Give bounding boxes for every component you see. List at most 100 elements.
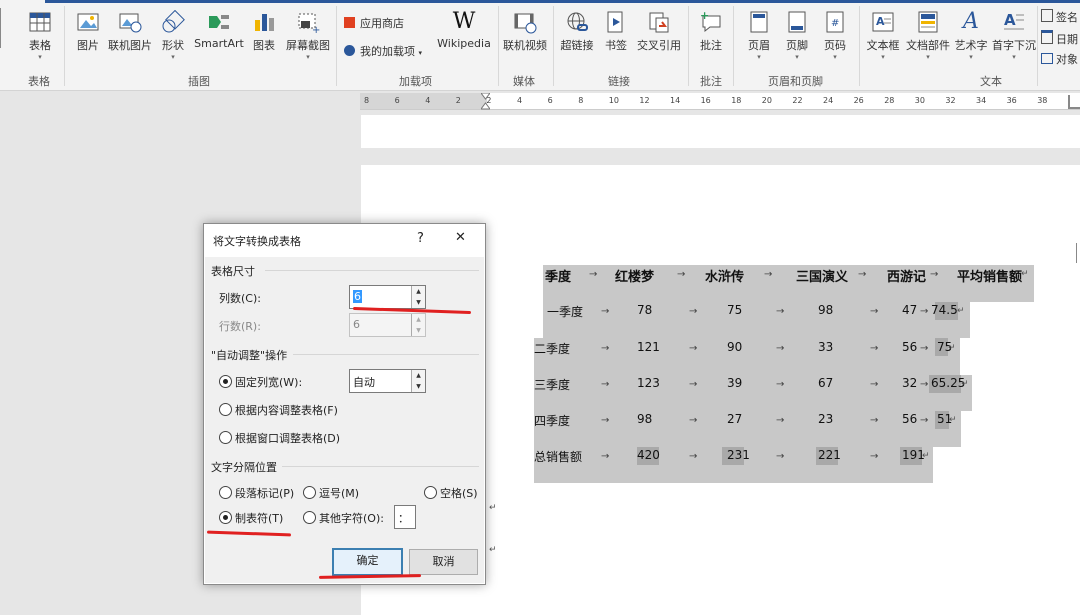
object-button[interactable]: 对象 <box>1041 51 1078 67</box>
separator-other-input[interactable]: ： <box>394 505 416 529</box>
signature-icon <box>1041 9 1053 22</box>
cell-text: 78 <box>637 303 653 317</box>
svg-text:+: + <box>700 10 709 22</box>
ruler-tick-label: 30 <box>914 96 925 105</box>
spin-arrows-icon[interactable]: ▲ ▼ <box>411 370 425 392</box>
tab-mark: → <box>776 379 785 390</box>
fixed-width-stepper[interactable]: 自动 ▲ ▼ <box>349 369 426 393</box>
bookmark-button[interactable]: 书签 <box>602 8 630 53</box>
tab-mark: → <box>870 343 879 354</box>
ruler-tick-label: 18 <box>731 96 742 105</box>
chart-button[interactable]: 图表 <box>250 8 278 53</box>
hyperlink-button[interactable]: 超链接 <box>559 8 595 53</box>
group-links-label: 链接 <box>608 75 630 88</box>
ruler-tick-label: 12 <box>639 96 650 105</box>
shapes-label: 形状 <box>162 39 184 52</box>
svg-text:A: A <box>876 15 885 28</box>
paragraph-mark: ↵ <box>957 306 965 316</box>
cell-text: 98 <box>637 412 653 426</box>
fixed-width-radio[interactable] <box>219 375 232 388</box>
footer-icon <box>788 11 806 33</box>
table-button[interactable]: 表格 ▾ <box>24 8 56 61</box>
comment-label: 批注 <box>700 39 722 52</box>
ok-button[interactable]: 确定 <box>332 548 403 576</box>
signature-label: 签名 <box>1056 11 1078 24</box>
indent-marker[interactable] <box>480 92 491 110</box>
separator-tab-label: 制表符(T) <box>235 512 284 525</box>
tab-selector-icon[interactable] <box>1068 95 1080 109</box>
picture-button[interactable]: 图片 <box>72 8 104 53</box>
cell-text: 47 <box>902 303 918 317</box>
tab-mark: → <box>689 379 698 390</box>
textbox-button[interactable]: A 文本框 ▾ <box>864 8 902 61</box>
cell-text: 420 <box>637 448 660 462</box>
section-divider <box>265 270 479 271</box>
store-icon <box>344 17 355 28</box>
online-picture-icon <box>119 13 142 33</box>
cell-text: 33 <box>818 340 834 354</box>
autofit-content-label: 根据内容调整表格(F) <box>235 404 338 417</box>
page-number-button[interactable]: # 页码 ▾ <box>821 8 849 61</box>
fixed-width-value: 自动 <box>353 376 375 389</box>
ruler-tick-label: 20 <box>761 96 772 105</box>
dropcap-icon: A <box>1004 11 1024 30</box>
rows-value: 6 <box>353 318 360 331</box>
footer-button[interactable]: 页脚 ▾ <box>783 8 811 61</box>
textbox-label: 文本框 <box>866 39 900 52</box>
ruler-tick-label: 36 <box>1006 96 1017 105</box>
paragraph-mark: ↵ <box>489 545 497 555</box>
cell-text: 123 <box>637 376 660 390</box>
convert-text-to-table-dialog: 将文字转换成表格 ? ✕ 表格尺寸 列数(C): 6 ▲ ▼ 行数(R): 6 ▲… <box>203 223 486 585</box>
paragraph-mark: ↵ <box>948 343 956 353</box>
columns-stepper[interactable]: 6 ▲ ▼ <box>349 285 426 309</box>
datetime-button[interactable]: 日期 <box>1041 30 1078 47</box>
table-icon <box>29 12 51 32</box>
wordart-button[interactable]: A 艺术字 ▾ <box>953 8 989 62</box>
separator-paragraph-radio[interactable] <box>219 486 232 499</box>
page-number-label: 页码 <box>824 39 846 52</box>
dropcap-button[interactable]: A 首字下沉 ▾ <box>991 8 1037 61</box>
cell-text: 121 <box>637 340 660 354</box>
smartart-button[interactable]: SmartArt <box>193 8 245 50</box>
calendar-icon <box>1041 30 1053 44</box>
autofit-window-radio[interactable] <box>219 431 232 444</box>
tab-mark: → <box>764 269 773 280</box>
wikipedia-button[interactable]: W Wikipedia <box>436 8 492 51</box>
group-divider <box>1037 6 1038 86</box>
header-text: 平均销售额 <box>957 270 1023 285</box>
group-divider <box>859 6 860 86</box>
shapes-button[interactable]: 形状 ▾ <box>158 8 188 61</box>
online-video-button[interactable]: 联机视频 <box>502 8 548 53</box>
my-addins-button[interactable]: 我的加载项 ▾ <box>344 43 422 59</box>
close-button[interactable]: ✕ <box>455 230 466 245</box>
separator-comma-radio[interactable] <box>303 486 316 499</box>
rows-label: 行数(R): <box>219 320 261 333</box>
cross-reference-button[interactable]: 交叉引用 <box>636 8 682 53</box>
tab-mark: → <box>870 415 879 426</box>
online-picture-button[interactable]: 联机图片 <box>106 8 154 53</box>
store-button[interactable]: 应用商店 <box>344 15 404 31</box>
bookmark-icon <box>607 11 623 33</box>
screenshot-button[interactable]: + 屏幕截图 ▾ <box>284 8 332 61</box>
cancel-button[interactable]: 取消 <box>409 549 478 575</box>
screenshot-label: 屏幕截图 <box>286 39 330 52</box>
group-divider <box>64 6 65 86</box>
spin-arrows-icon[interactable]: ▲ ▼ <box>411 286 425 308</box>
tab-mark: → <box>689 415 698 426</box>
separator-tab-radio[interactable] <box>219 511 232 524</box>
svg-text:A: A <box>1004 11 1016 29</box>
quick-parts-button[interactable]: 文档部件 ▾ <box>905 8 951 61</box>
tab-mark: → <box>601 415 610 426</box>
tab-mark: → <box>601 451 610 462</box>
header-text: 西游记 <box>887 270 927 285</box>
separator-other-radio[interactable] <box>303 511 316 524</box>
paragraph-mark: ↵ <box>949 415 957 425</box>
autofit-section-label: "自动调整"操作 <box>211 349 288 362</box>
signature-line-button[interactable]: 签名 <box>1041 9 1078 25</box>
header-button[interactable]: 页眉 ▾ <box>745 8 773 61</box>
hyperlink-label: 超链接 <box>560 39 594 52</box>
comment-button[interactable]: + 批注 <box>697 8 725 53</box>
help-button[interactable]: ? <box>417 231 424 246</box>
autofit-content-radio[interactable] <box>219 403 232 416</box>
separator-space-radio[interactable] <box>424 486 437 499</box>
